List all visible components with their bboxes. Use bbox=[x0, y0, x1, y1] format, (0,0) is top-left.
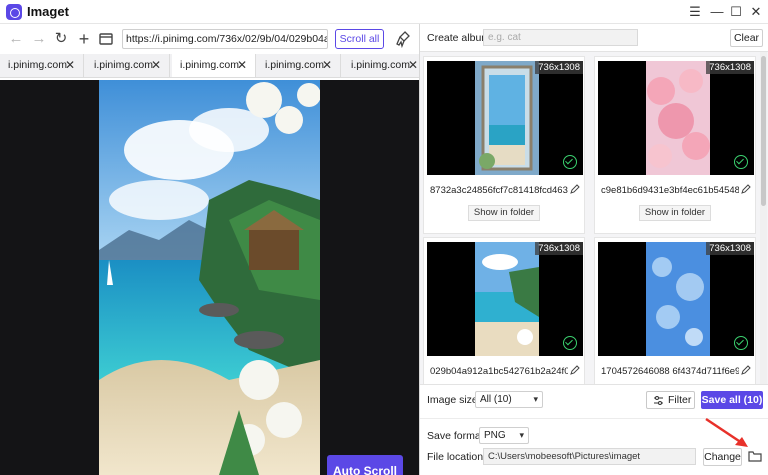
tab-label: i.pinimg.com bbox=[180, 59, 239, 71]
grid-scrollbar[interactable] bbox=[760, 52, 767, 384]
clear-button[interactable]: Clear bbox=[730, 29, 763, 47]
close-tab-icon[interactable]: ✕ bbox=[408, 54, 418, 77]
save-controls: Image size: All (10) ▾ Filter Save all (1… bbox=[420, 384, 768, 475]
edit-pencil-icon[interactable] bbox=[570, 184, 580, 194]
new-tab-plus-icon[interactable]: + bbox=[75, 30, 93, 48]
maximize-button[interactable]: ☐ bbox=[727, 3, 745, 21]
edit-pencil-icon[interactable] bbox=[741, 184, 751, 194]
browser-tab[interactable]: i.pinimg.com ✕ bbox=[86, 54, 170, 77]
refresh-icon[interactable]: ↻ bbox=[52, 30, 70, 48]
page-viewport[interactable]: Auto Scroll bbox=[0, 80, 419, 475]
save-all-button[interactable]: Save all (10) bbox=[701, 391, 763, 409]
image-filename: 1704572646088 6f4374d711f6e9bb bbox=[601, 366, 739, 377]
browser-tab[interactable]: i.pinimg.com ✕ bbox=[343, 54, 419, 77]
selected-check-icon[interactable] bbox=[734, 336, 748, 350]
image-card[interactable]: 736x1308 c9e81b6d9431e3bf4ec61b5454894 S… bbox=[594, 56, 756, 234]
menu-icon[interactable]: ☰ bbox=[686, 3, 704, 21]
selected-check-icon[interactable] bbox=[563, 336, 577, 350]
close-tab-icon[interactable]: ✕ bbox=[151, 54, 161, 77]
tab-label: i.pinimg.com bbox=[351, 59, 410, 71]
filter-label: Filter bbox=[668, 394, 692, 406]
image-panel: Create album: e.g. cat Clear 736x1308 87… bbox=[419, 24, 768, 475]
filter-button[interactable]: Filter bbox=[646, 391, 695, 409]
image-dimensions-badge: 736x1308 bbox=[535, 61, 583, 74]
beach-photo bbox=[99, 80, 320, 475]
save-format-select[interactable]: PNG ▾ bbox=[479, 427, 529, 444]
image-card[interactable]: 736x1308 029b04a912a1bc542761b2a24f046 bbox=[423, 237, 585, 384]
image-size-select[interactable]: All (10) ▾ bbox=[475, 391, 543, 408]
forward-arrow-icon[interactable]: → bbox=[30, 30, 48, 48]
image-dimensions-badge: 736x1308 bbox=[706, 61, 754, 74]
show-in-folder-button[interactable]: Show in folder bbox=[639, 205, 711, 221]
image-dimensions-badge: 736x1308 bbox=[535, 242, 583, 255]
edit-pencil-icon[interactable] bbox=[570, 365, 580, 375]
browser-tabs: i.pinimg.com ✕ i.pinimg.com ✕ i.pinimg.com… bbox=[0, 54, 419, 78]
close-tab-icon[interactable]: ✕ bbox=[65, 54, 75, 77]
save-format-label: Save format: bbox=[427, 430, 487, 442]
scroll-all-button[interactable]: Scroll all bbox=[335, 29, 384, 49]
back-arrow-icon[interactable]: ← bbox=[7, 30, 25, 48]
scrollbar-thumb[interactable] bbox=[761, 56, 766, 206]
image-filename: 8732a3c24856fcf7c81418fcd463c17 bbox=[430, 185, 568, 196]
save-format-value: PNG bbox=[484, 430, 506, 441]
tab-overview-icon[interactable] bbox=[97, 30, 115, 48]
filter-sliders-icon bbox=[654, 396, 663, 405]
browser-pane: ← → ↻ + https://i.pinimg.com/736x/02/9b/… bbox=[0, 24, 419, 475]
auto-scroll-button[interactable]: Auto Scroll bbox=[327, 455, 403, 475]
image-thumbnail[interactable]: 736x1308 bbox=[598, 242, 754, 356]
tab-label: i.pinimg.com bbox=[8, 59, 67, 71]
url-input[interactable]: https://i.pinimg.com/736x/02/9b/04/029b0… bbox=[122, 29, 328, 49]
clean-brush-icon[interactable] bbox=[394, 30, 412, 49]
album-row: Create album: e.g. cat Clear bbox=[420, 24, 768, 52]
image-thumbnail[interactable]: 736x1308 bbox=[598, 61, 754, 175]
minimize-button[interactable]: — bbox=[708, 3, 726, 21]
browser-toolbar: ← → ↻ + https://i.pinimg.com/736x/02/9b/… bbox=[0, 24, 419, 54]
image-card[interactable]: 736x1308 1704572646088 6f4374d711f6e9bb bbox=[594, 237, 756, 384]
image-size-label: Image size: bbox=[427, 394, 481, 406]
image-filename: c9e81b6d9431e3bf4ec61b5454894 bbox=[601, 185, 739, 196]
image-grid: 736x1308 8732a3c24856fcf7c81418fcd463c17… bbox=[420, 52, 768, 384]
app-title: Imaget bbox=[27, 4, 69, 19]
chevron-down-icon: ▾ bbox=[519, 430, 524, 440]
image-size-value: All (10) bbox=[480, 394, 512, 405]
file-location-input[interactable]: C:\Users\mobeesoft\Pictures\imaget bbox=[483, 448, 696, 465]
browser-tab[interactable]: i.pinimg.com ✕ bbox=[0, 54, 84, 77]
close-window-button[interactable]: ✕ bbox=[747, 3, 765, 21]
title-bar: Imaget ☰ — ☐ ✕ bbox=[0, 0, 768, 24]
image-thumbnail[interactable]: 736x1308 bbox=[427, 61, 583, 175]
browser-tab[interactable]: i.pinimg.com ✕ bbox=[257, 54, 341, 77]
image-filename: 029b04a912a1bc542761b2a24f046 bbox=[430, 366, 568, 377]
close-tab-icon[interactable]: ✕ bbox=[237, 54, 247, 77]
image-dimensions-badge: 736x1308 bbox=[706, 242, 754, 255]
app-logo-icon bbox=[6, 4, 22, 20]
image-thumbnail[interactable]: 736x1308 bbox=[427, 242, 583, 356]
show-in-folder-button[interactable]: Show in folder bbox=[468, 205, 540, 221]
close-tab-icon[interactable]: ✕ bbox=[322, 54, 332, 77]
browser-tab-active[interactable]: i.pinimg.com ✕ bbox=[172, 54, 256, 77]
edit-pencil-icon[interactable] bbox=[741, 365, 751, 375]
tab-label: i.pinimg.com bbox=[94, 59, 153, 71]
annotation-arrow-icon bbox=[705, 417, 748, 447]
selected-check-icon[interactable] bbox=[563, 155, 577, 169]
tab-label: i.pinimg.com bbox=[265, 59, 324, 71]
image-card[interactable]: 736x1308 8732a3c24856fcf7c81418fcd463c17… bbox=[423, 56, 585, 234]
chevron-down-icon: ▾ bbox=[533, 394, 538, 404]
album-name-input[interactable]: e.g. cat bbox=[483, 29, 638, 46]
selected-check-icon[interactable] bbox=[734, 155, 748, 169]
file-location-label: File location: bbox=[427, 451, 486, 463]
